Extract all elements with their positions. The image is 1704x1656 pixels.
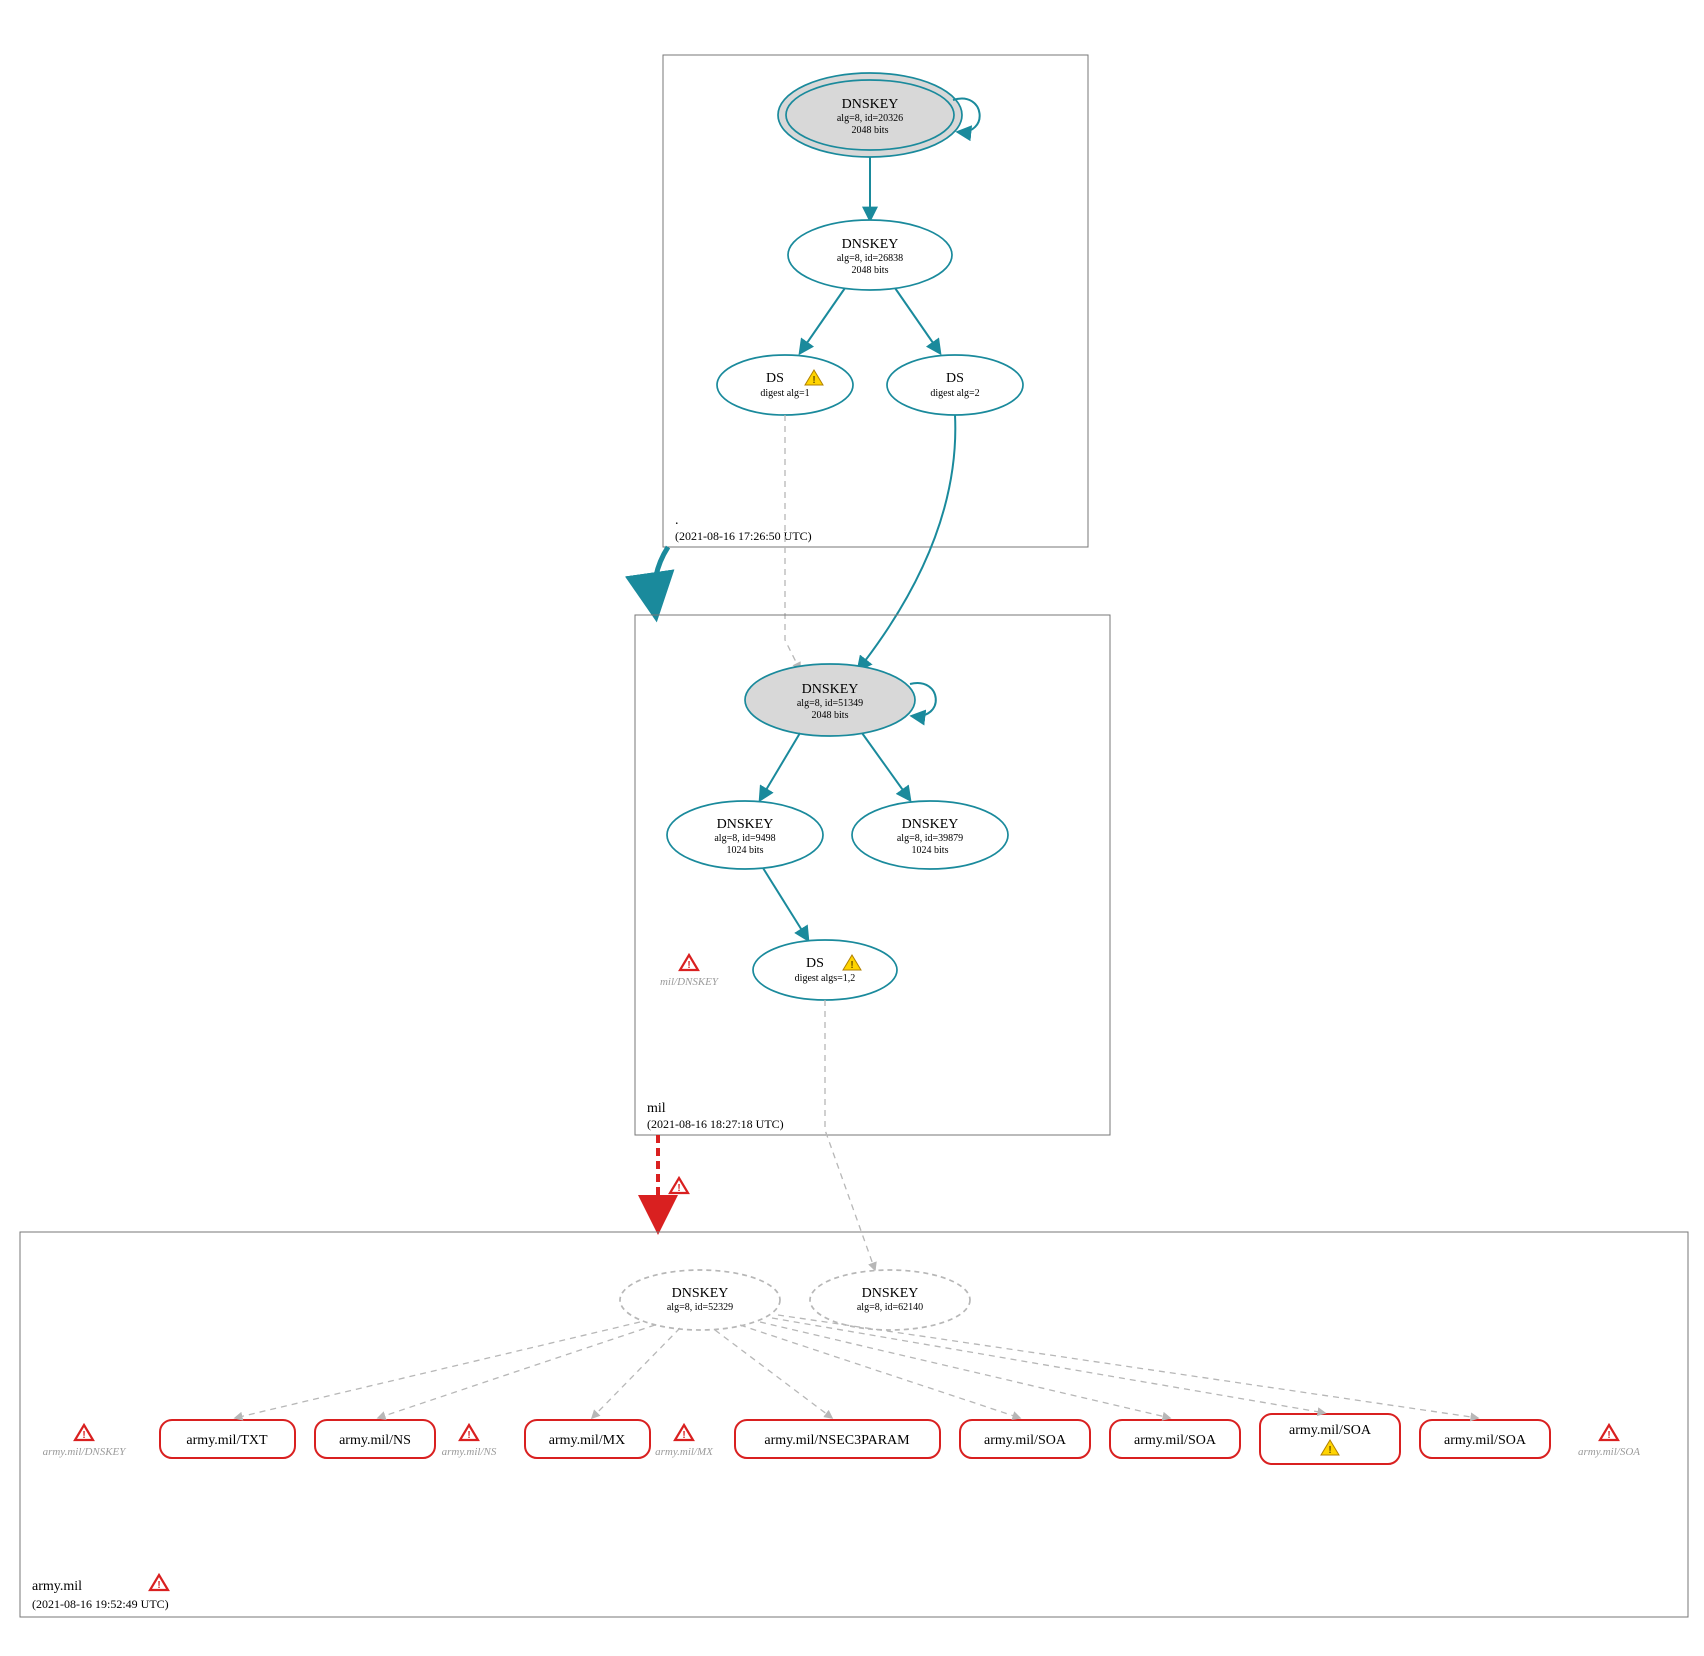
svg-text:2048 bits: 2048 bits [812,710,849,721]
svg-text:army.mil/SOA: army.mil/SOA [1134,1433,1217,1448]
svg-text:alg=8, id=20326: alg=8, id=20326 [837,113,903,124]
node-army-key1[interactable]: DNSKEY alg=8, id=52329 [620,1270,780,1330]
zone-mil: mil (2021-08-16 18:27:18 UTC) DNSKEY alg… [635,615,1110,1135]
edge-milksk-zsk1 [760,733,800,800]
node-root-zsk[interactable]: DNSKEY alg=8, id=26838 2048 bits [788,220,952,290]
svg-text:2048 bits: 2048 bits [852,265,889,276]
svg-text:army.mil/SOA: army.mil/SOA [1289,1423,1372,1438]
svg-text:army.mil/SOA: army.mil/SOA [1578,1446,1640,1458]
error-mil-dnskey: ! [680,955,698,971]
svg-text:DNSKEY: DNSKEY [902,817,959,832]
rrset-box[interactable]: army.mil/SOA ! [1260,1414,1400,1464]
node-mil-ksk[interactable]: DNSKEY alg=8, id=51349 2048 bits [745,664,936,736]
svg-text:army.mil/SOA: army.mil/SOA [1444,1433,1527,1448]
svg-text:!: ! [677,1183,680,1194]
svg-text:!: ! [157,1580,160,1591]
svg-text:!: ! [1328,1445,1331,1456]
error-icon: ! [150,1575,168,1591]
svg-text:!: ! [467,1430,470,1441]
zone-mil-name: mil [647,1101,666,1116]
svg-text:mil/DNSKEY: mil/DNSKEY [660,976,720,988]
svg-text:army.mil/MX: army.mil/MX [655,1446,714,1458]
rrset-box[interactable]: army.mil/SOA [1110,1420,1240,1458]
svg-text:alg=8, id=51349: alg=8, id=51349 [797,698,863,709]
svg-text:alg=8, id=52329: alg=8, id=52329 [667,1302,733,1313]
svg-text:DNSKEY: DNSKEY [802,682,859,697]
svg-text:alg=8, id=39879: alg=8, id=39879 [897,833,963,844]
error-icon: ! [670,1178,688,1194]
svg-text:DS: DS [806,956,824,971]
edge-rootzsk-ds2 [895,288,940,353]
svg-text:1024 bits: 1024 bits [912,845,949,856]
edge-milzsk1-ds [763,868,808,940]
error-icon: ! [675,1425,693,1441]
svg-text:army.mil/MX: army.mil/MX [549,1433,625,1448]
svg-text:DNSKEY: DNSKEY [842,237,899,252]
rrset-box[interactable]: army.mil/SOA [1420,1420,1550,1458]
zone-army-name: army.mil [32,1579,82,1594]
svg-text:army.mil/NS: army.mil/NS [442,1446,497,1458]
svg-text:!: ! [812,375,815,386]
svg-text:digest algs=1,2: digest algs=1,2 [795,973,856,984]
zone-mil-ts: (2021-08-16 18:27:18 UTC) [647,1117,784,1131]
delegation-root-mil [654,547,668,610]
svg-text:DNSKEY: DNSKEY [842,97,899,112]
zone-army-ts: (2021-08-16 19:52:49 UTC) [32,1597,169,1611]
svg-text:2048 bits: 2048 bits [852,125,889,136]
svg-text:alg=8, id=9498: alg=8, id=9498 [714,833,775,844]
node-army-key2[interactable]: DNSKEY alg=8, id=62140 [810,1270,970,1330]
rrset-box[interactable]: army.mil/SOA [960,1420,1090,1458]
edge-rootzsk-ds1 [800,288,845,353]
zone-army: army.mil (2021-08-16 19:52:49 UTC) ! DNS… [20,1232,1688,1617]
svg-text:DNSKEY: DNSKEY [672,1286,729,1301]
rrset-box[interactable]: army.mil/NSEC3PARAM [735,1420,940,1458]
error-icon: ! [75,1425,93,1441]
svg-text:army.mil/NS: army.mil/NS [339,1433,411,1448]
rrset-box[interactable]: army.mil/TXT [160,1420,295,1458]
node-mil-zsk2[interactable]: DNSKEY alg=8, id=39879 1024 bits [852,801,1008,869]
error-icon: ! [460,1425,478,1441]
node-root-ds2[interactable]: DS digest alg=2 [887,355,1023,415]
zone-root: . (2021-08-16 17:26:50 UTC) DNSKEY alg=8… [663,55,1088,547]
svg-text:!: ! [82,1430,85,1441]
svg-text:digest alg=1: digest alg=1 [760,388,809,399]
svg-text:1024 bits: 1024 bits [727,845,764,856]
zone-root-name: . [675,513,679,528]
error-icon: ! [1600,1425,1618,1441]
zone-root-ts: (2021-08-16 17:26:50 UTC) [675,529,812,543]
svg-text:army.mil/SOA: army.mil/SOA [984,1433,1067,1448]
svg-text:alg=8, id=26838: alg=8, id=26838 [837,253,903,264]
rrset-box[interactable]: army.mil/NS [315,1420,435,1458]
svg-text:DS: DS [766,371,784,386]
node-root-ds1[interactable]: DS digest alg=1 ! [717,355,853,415]
svg-text:army.mil/TXT: army.mil/TXT [186,1433,268,1448]
edge-ds2-milksk [858,415,955,670]
svg-text:!: ! [850,960,853,971]
node-mil-zsk1[interactable]: DNSKEY alg=8, id=9498 1024 bits [667,801,823,869]
svg-text:!: ! [1607,1430,1610,1441]
svg-text:army.mil/DNSKEY: army.mil/DNSKEY [43,1446,128,1458]
dnssec-graph: . (2021-08-16 17:26:50 UTC) DNSKEY alg=8… [0,0,1704,1656]
svg-text:DNSKEY: DNSKEY [717,817,774,832]
svg-text:DNSKEY: DNSKEY [862,1286,919,1301]
svg-text:digest alg=2: digest alg=2 [930,388,979,399]
svg-text:!: ! [687,960,690,971]
rrset-row: ! army.mil/DNSKEY army.mil/TXT army.mil/… [43,1315,1641,1464]
node-mil-ds[interactable]: DS digest algs=1,2 ! [753,940,897,1000]
svg-text:DS: DS [946,371,964,386]
node-root-ksk[interactable]: DNSKEY alg=8, id=20326 2048 bits [778,73,980,157]
rrset-box[interactable]: army.mil/MX [525,1420,650,1458]
svg-text:alg=8, id=62140: alg=8, id=62140 [857,1302,923,1313]
edge-milksk-zsk2 [862,733,910,800]
svg-text:!: ! [682,1430,685,1441]
svg-text:army.mil/NSEC3PARAM: army.mil/NSEC3PARAM [764,1433,910,1448]
